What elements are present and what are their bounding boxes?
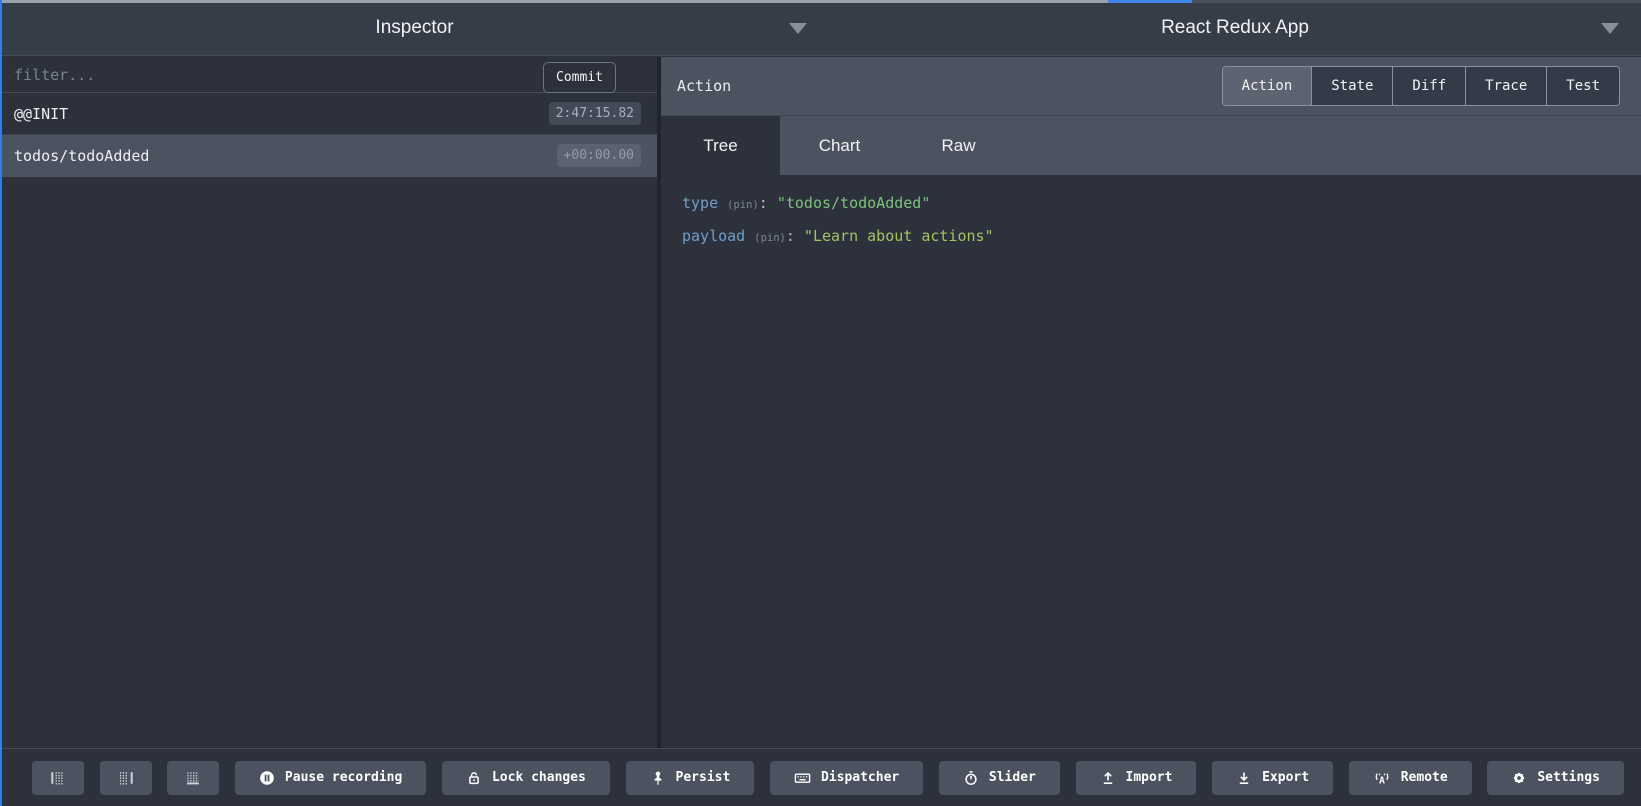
top-scroll-track-right: [1192, 0, 1641, 3]
view-subtab-bar: Tree Chart Raw: [661, 116, 1641, 175]
pin-icon: [650, 770, 666, 786]
lock-changes-button[interactable]: Lock changes: [442, 761, 610, 795]
detail-title: Action: [677, 77, 731, 95]
monitor-title: Inspector: [375, 17, 453, 39]
toolbar-button-label: Lock changes: [492, 770, 586, 785]
dock-left-icon: [50, 770, 66, 786]
tab-diff[interactable]: Diff: [1392, 67, 1465, 105]
subtab-raw[interactable]: Raw: [899, 116, 1018, 175]
stopwatch-icon: [963, 770, 979, 786]
tree-row-type: type (pin): "todos/todoAdded": [682, 188, 1641, 221]
tree-key[interactable]: payload: [682, 227, 745, 245]
toolbar-button-label: Import: [1126, 770, 1173, 785]
pause-recording-button[interactable]: Pause recording: [235, 761, 426, 795]
action-list-item[interactable]: @@INIT 2:47:15.82: [0, 93, 657, 135]
detail-tab-group: Action State Diff Trace Test: [1222, 66, 1620, 106]
remote-icon: A: [1373, 770, 1391, 786]
dock-bottom-icon: [185, 770, 201, 786]
tree-row-payload: payload (pin): "Learn about actions": [682, 221, 1641, 254]
toolbar-button-label: Dispatcher: [821, 770, 899, 785]
pin-label[interactable]: (pin): [727, 199, 759, 211]
action-list-item-selected[interactable]: todos/todoAdded +00:00.00: [0, 135, 657, 177]
filter-row: Commit: [0, 57, 657, 93]
tree-colon: :: [759, 194, 777, 212]
toolbar-button-label: Export: [1262, 770, 1309, 785]
dock-right-button[interactable]: [100, 761, 152, 795]
remote-button[interactable]: A Remote: [1349, 761, 1472, 795]
top-scroll-thumb[interactable]: [1108, 0, 1192, 3]
import-icon: [1100, 770, 1116, 786]
subtab-tree[interactable]: Tree: [661, 116, 780, 175]
tab-state[interactable]: State: [1311, 67, 1392, 105]
panel-edge-highlight: [0, 0, 2, 806]
instance-selector[interactable]: React Redux App: [829, 0, 1641, 55]
export-button[interactable]: Export: [1212, 761, 1333, 795]
pin-label[interactable]: (pin): [754, 232, 786, 244]
persist-button[interactable]: Persist: [626, 761, 755, 795]
export-icon: [1236, 770, 1252, 786]
tree-value: "todos/todoAdded": [777, 194, 931, 212]
action-name: todos/todoAdded: [14, 147, 149, 165]
action-timestamp-badge: 2:47:15.82: [549, 102, 641, 125]
dock-bottom-button[interactable]: [167, 761, 219, 795]
tree-key[interactable]: type: [682, 194, 718, 212]
toolbar-button-label: Settings: [1537, 770, 1600, 785]
action-detail-panel: Action Action State Diff Trace Test Tree…: [661, 57, 1641, 748]
gear-icon: [1511, 770, 1527, 786]
toolbar-button-label: Persist: [676, 770, 731, 785]
lock-icon: [466, 770, 482, 786]
chevron-down-icon[interactable]: [789, 23, 807, 34]
bottom-toolbar: Pause recording Lock changes Persist Dis…: [0, 748, 1641, 806]
top-scroll-track: [0, 0, 1108, 3]
tab-action[interactable]: Action: [1223, 67, 1312, 105]
commit-button[interactable]: Commit: [543, 62, 616, 93]
dock-left-button[interactable]: [32, 761, 84, 795]
subtab-chart[interactable]: Chart: [780, 116, 899, 175]
svg-text:A: A: [1379, 775, 1385, 786]
redux-devtools: Inspector React Redux App Commit @@INIT …: [0, 0, 1641, 806]
toolbar-button-label: Pause recording: [285, 770, 402, 785]
toolbar-button-label: Slider: [989, 770, 1036, 785]
toolbar-button-label: Remote: [1401, 770, 1448, 785]
action-name: @@INIT: [14, 105, 68, 123]
pause-icon: [259, 770, 275, 786]
chevron-down-icon[interactable]: [1601, 23, 1619, 34]
tab-test[interactable]: Test: [1546, 67, 1619, 105]
action-list-panel: Commit @@INIT 2:47:15.82 todos/todoAdded…: [0, 57, 657, 748]
tab-trace[interactable]: Trace: [1465, 67, 1546, 105]
header-bar: Inspector React Redux App: [0, 0, 1641, 56]
monitor-selector[interactable]: Inspector: [0, 0, 829, 55]
import-button[interactable]: Import: [1076, 761, 1197, 795]
instance-title: React Redux App: [1161, 17, 1309, 39]
keyboard-icon: [794, 770, 811, 786]
slider-button[interactable]: Slider: [939, 761, 1060, 795]
dock-right-icon: [118, 770, 134, 786]
detail-header: Action Action State Diff Trace Test: [661, 57, 1641, 116]
dispatcher-button[interactable]: Dispatcher: [770, 761, 923, 795]
state-tree: type (pin): "todos/todoAdded" payload (p…: [661, 175, 1641, 254]
tree-colon: :: [786, 227, 804, 245]
tree-value: "Learn about actions": [804, 227, 994, 245]
action-timestamp-badge: +00:00.00: [557, 144, 641, 167]
settings-button[interactable]: Settings: [1487, 761, 1624, 795]
